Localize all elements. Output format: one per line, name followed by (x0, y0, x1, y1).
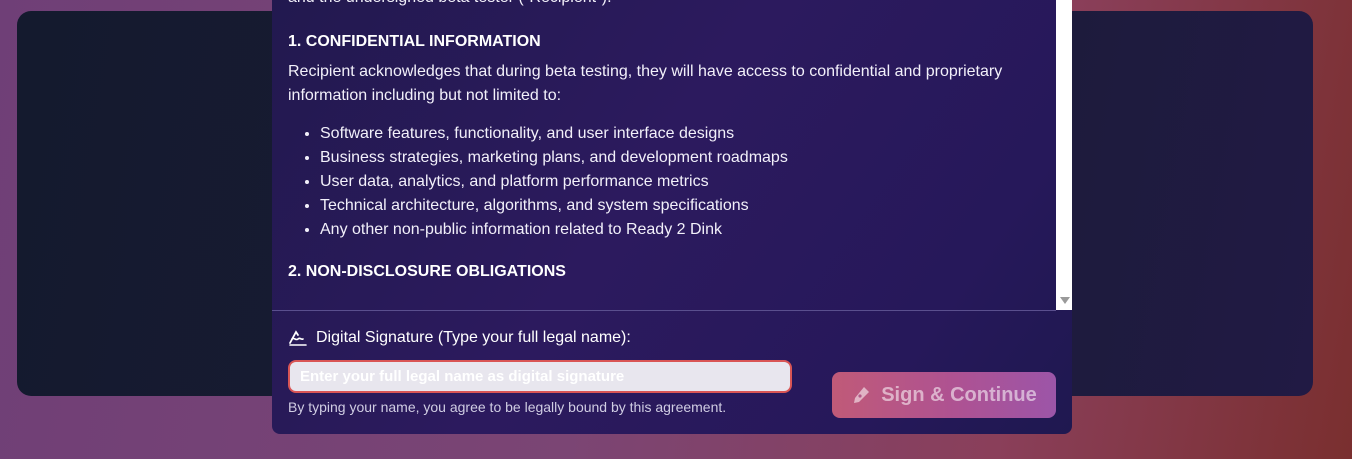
confidential-items-list: Software features, functionality, and us… (288, 122, 1043, 242)
list-item: Any other non-public information related… (320, 218, 1043, 242)
signature-label-text: Digital Signature (Type your full legal … (316, 329, 631, 346)
section-heading-non-disclosure: 2. NON-DISCLOSURE OBLIGATIONS (288, 263, 566, 280)
nda-scroll-area[interactable]: and the undersigned beta tester ("Recipi… (272, 0, 1056, 311)
section-heading-confidential: 1. CONFIDENTIAL INFORMATION (288, 33, 541, 50)
signature-legal-note: By typing your name, you agree to be leg… (288, 399, 727, 415)
signature-label: Digital Signature (Type your full legal … (288, 329, 631, 347)
scrollbar[interactable] (1056, 0, 1072, 310)
signature-footer: Digital Signature (Type your full legal … (272, 311, 1072, 434)
sign-continue-button[interactable]: Sign & Continue (832, 372, 1056, 418)
scroll-down-arrow-icon[interactable] (1060, 297, 1070, 304)
list-item: User data, analytics, and platform perfo… (320, 170, 1043, 194)
pen-icon (851, 385, 871, 405)
nda-document: and the undersigned beta tester ("Recipi… (288, 0, 1043, 282)
section-text-confidential: Recipient acknowledges that during beta … (288, 63, 1003, 104)
sign-continue-label: Sign & Continue (881, 383, 1037, 406)
list-item: Business strategies, marketing plans, an… (320, 146, 1043, 170)
signature-icon (288, 329, 308, 347)
nda-intro-text: and the undersigned beta tester ("Recipi… (288, 0, 1043, 10)
nda-modal: and the undersigned beta tester ("Recipi… (272, 0, 1072, 434)
signature-input[interactable] (288, 360, 792, 393)
list-item: Software features, functionality, and us… (320, 122, 1043, 146)
list-item: Technical architecture, algorithms, and … (320, 194, 1043, 218)
